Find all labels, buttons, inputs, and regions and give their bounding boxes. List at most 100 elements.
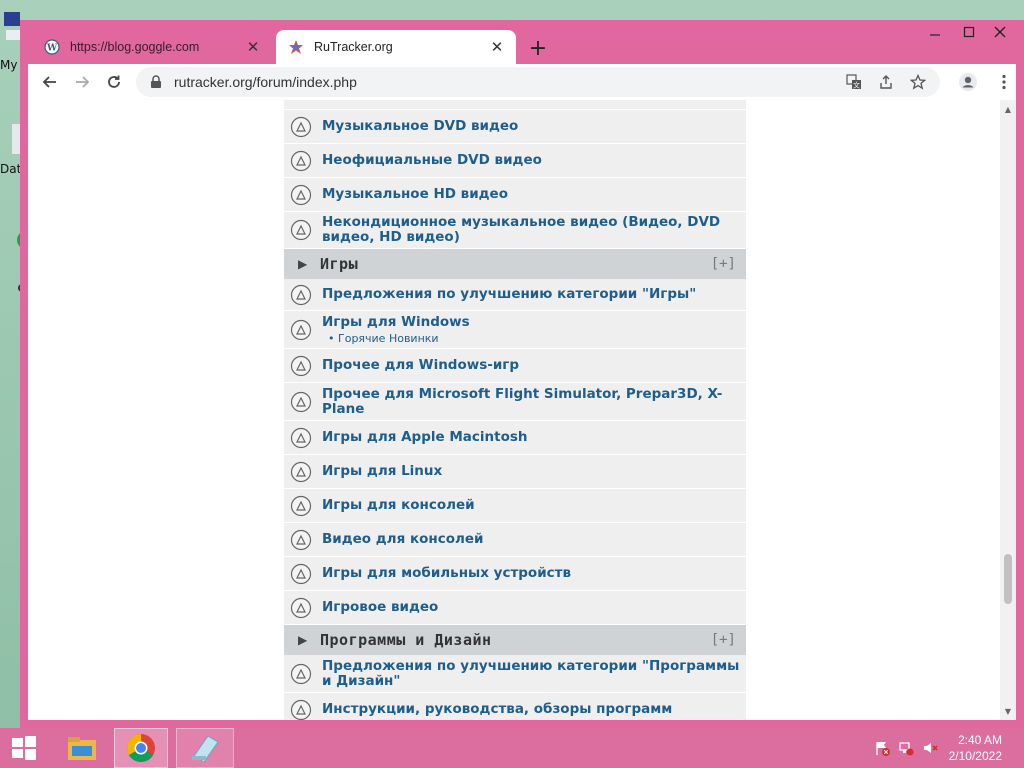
scroll-up-arrow-icon[interactable]: ▲	[1000, 102, 1016, 116]
category-header-games[interactable]: ▶ Игры [+]	[284, 249, 746, 279]
forum-folder-icon	[290, 461, 312, 482]
forum-row[interactable]: Некондиционное музыкальное видео (Видео,…	[284, 212, 746, 249]
profile-avatar-icon[interactable]	[952, 66, 984, 98]
system-clock[interactable]: 2:40 AM 2/10/2022	[949, 732, 1002, 764]
wordpress-icon: W	[44, 39, 60, 55]
forum-folder-icon	[290, 699, 312, 720]
forum-row[interactable]: Музыкальное HD видео	[284, 178, 746, 212]
back-button[interactable]	[34, 66, 66, 98]
svg-text:文: 文	[853, 81, 860, 90]
category-header-software[interactable]: ▶ Программы и Дизайн [+]	[284, 625, 746, 655]
forum-row[interactable]: Инструкции, руководства, обзоры программ	[284, 693, 746, 720]
forum-link[interactable]: Игры для Windows	[322, 314, 470, 330]
forum-folder-icon	[290, 150, 312, 171]
expand-arrow-icon[interactable]: ▶	[298, 257, 312, 271]
forum-folder-icon	[290, 284, 312, 305]
network-icon[interactable]	[898, 740, 914, 756]
close-window-button[interactable]	[980, 20, 1020, 44]
file-explorer-taskbar-icon[interactable]	[56, 728, 108, 768]
forum-row[interactable]: Видео для консолей	[284, 523, 746, 557]
category-title[interactable]: Программы и Дизайн	[320, 631, 492, 649]
volume-muted-icon[interactable]	[922, 740, 938, 756]
forum-link[interactable]: Инструкции, руководства, обзоры программ	[322, 702, 672, 717]
forum-row[interactable]: Игры для Windows • Горячие Новинки	[284, 311, 746, 349]
minimize-button[interactable]	[918, 20, 952, 44]
start-button[interactable]	[0, 728, 48, 768]
clock-time: 2:40 AM	[957, 733, 1002, 747]
forum-link[interactable]: Видео для консолей	[322, 532, 484, 547]
scroll-down-arrow-icon[interactable]: ▼	[1000, 704, 1016, 718]
forum-link[interactable]: Прочее для Windows-игр	[322, 358, 519, 373]
browser-toolbar: rutracker.org/forum/index.php 文	[28, 64, 1016, 100]
subforum-link-text[interactable]: Горячие Новинки	[338, 332, 439, 345]
more-menu-icon[interactable]	[988, 66, 1020, 98]
address-bar[interactable]: rutracker.org/forum/index.php 文	[136, 67, 940, 97]
forum-row[interactable]: Игры для Apple Macintosh	[284, 421, 746, 455]
forum-link[interactable]: Музыкальное HD видео	[322, 187, 508, 202]
app-taskbar-icon[interactable]	[176, 728, 234, 768]
forum-row[interactable]: Игры для Linux	[284, 455, 746, 489]
page-scrollbar[interactable]: ▲ ▼	[1000, 100, 1016, 720]
tab-blog[interactable]: W https://blog.goggle.com ✕	[32, 30, 272, 64]
forum-folder-icon	[290, 495, 312, 516]
desktop-label-my: My	[0, 58, 18, 72]
desktop-icon-data[interactable]: Dat	[0, 120, 22, 180]
desktop-label-dat: Dat	[0, 162, 22, 176]
forum-folder-icon	[290, 116, 312, 137]
forum-link[interactable]: Прочее для Microsoft Flight Simulator, P…	[322, 386, 746, 417]
forum-folder-icon	[290, 219, 312, 241]
share-icon[interactable]	[876, 72, 896, 92]
category-toggle[interactable]: [+]	[711, 632, 736, 648]
clock-date: 2/10/2022	[948, 749, 1002, 763]
close-tab-icon[interactable]: ✕	[488, 38, 506, 56]
close-tab-icon[interactable]: ✕	[244, 38, 262, 56]
forum-row[interactable]: Неофициальные DVD видео	[284, 144, 746, 178]
forum-row[interactable]: Прочее для Windows-игр	[284, 349, 746, 383]
bookmark-star-icon[interactable]	[908, 72, 928, 92]
lock-icon[interactable]	[148, 74, 164, 90]
forum-row[interactable]: Прочее для Microsoft Flight Simulator, P…	[284, 383, 746, 421]
forward-button[interactable]	[66, 66, 98, 98]
category-toggle[interactable]: [+]	[711, 256, 736, 272]
forum-folder-icon	[290, 563, 312, 584]
forum-category-list: Музыкальное DVD видео Неофициальные DVD …	[284, 100, 746, 720]
chrome-taskbar-icon[interactable]	[114, 728, 168, 768]
forum-link[interactable]: Неофициальные DVD видео	[322, 153, 542, 168]
desktop-icon-computer[interactable]: My	[0, 8, 20, 72]
taskbar: 2:40 AM 2/10/2022	[0, 728, 1024, 768]
forum-folder-icon	[290, 184, 312, 205]
scrollbar-thumb[interactable]	[1004, 554, 1012, 604]
expand-arrow-icon[interactable]: ▶	[298, 633, 312, 647]
rutracker-icon	[288, 39, 304, 55]
forum-folder-icon	[290, 355, 312, 376]
forum-link[interactable]: Музыкальное DVD видео	[322, 119, 518, 134]
forum-row[interactable]: Предложения по улучшению категории "Прог…	[284, 655, 746, 693]
forum-link[interactable]: Игры для Linux	[322, 464, 442, 479]
url-text: rutracker.org/forum/index.php	[174, 74, 357, 90]
forum-row[interactable]: Игры для консолей	[284, 489, 746, 523]
browser-window: W https://blog.goggle.com ✕ RuTracker.or…	[20, 20, 1024, 728]
forum-row[interactable]: Музыкальное DVD видео	[284, 110, 746, 144]
tab-title: https://blog.goggle.com	[70, 40, 200, 54]
translate-icon[interactable]: 文	[844, 72, 864, 92]
tab-title: RuTracker.org	[314, 40, 393, 54]
forum-row[interactable]: Игры для мобильных устройств	[284, 557, 746, 591]
forum-row[interactable]: Предложения по улучшению категории "Игры…	[284, 279, 746, 311]
forum-folder-icon	[290, 597, 312, 618]
category-title[interactable]: Игры	[320, 255, 358, 273]
forum-link[interactable]: Игровое видео	[322, 600, 438, 615]
forum-link[interactable]: Предложения по улучшению категории "Игры…	[322, 287, 696, 302]
forum-row-partial	[284, 100, 746, 110]
forum-link[interactable]: Игры для консолей	[322, 498, 475, 513]
page-viewport: Музыкальное DVD видео Неофициальные DVD …	[28, 100, 1016, 720]
forum-link[interactable]: Игры для мобильных устройств	[322, 566, 571, 581]
forum-link[interactable]: Некондиционное музыкальное видео (Видео,…	[322, 215, 746, 245]
action-center-flag-icon[interactable]	[874, 740, 890, 756]
reload-button[interactable]	[98, 66, 130, 98]
forum-row[interactable]: Игровое видео	[284, 591, 746, 625]
forum-link[interactable]: Игры для Apple Macintosh	[322, 430, 528, 445]
new-tab-button[interactable]: +	[526, 36, 550, 61]
forum-link[interactable]: Предложения по улучшению категории "Прог…	[322, 658, 746, 689]
tab-rutracker[interactable]: RuTracker.org ✕	[276, 30, 516, 64]
subforum-link[interactable]: • Горячие Новинки	[328, 332, 470, 345]
